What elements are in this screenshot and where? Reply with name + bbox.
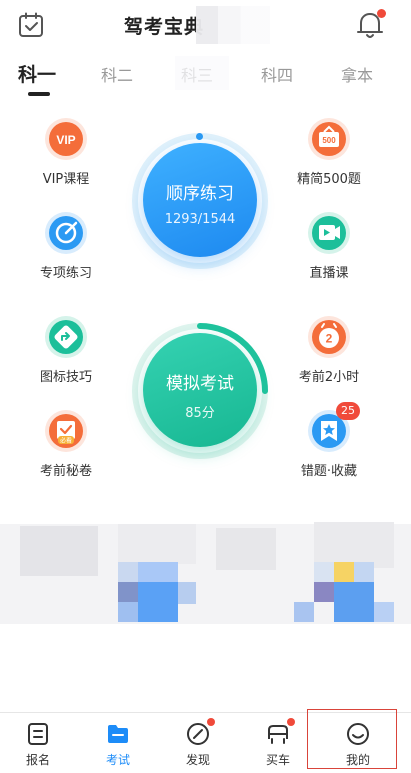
shunxu-progress: 1293/1544 <box>164 212 236 227</box>
nav-label: 买车 <box>265 753 290 767</box>
nav-maiche[interactable]: 买车 <box>248 718 308 768</box>
compass-icon <box>185 718 215 747</box>
shunxu-title: 顺序练习 <box>166 184 234 204</box>
app-title: 驾考宝典 <box>124 16 205 38</box>
500-icon: 500 <box>308 118 350 160</box>
calendar-check-icon[interactable] <box>18 12 44 38</box>
clock-2-icon: 2 <box>308 316 350 358</box>
svg-text:VIP: VIP <box>56 133 75 147</box>
tab-ke1[interactable]: 科一 <box>18 60 56 87</box>
feature-vip[interactable]: VIP VIP课程 <box>16 118 116 187</box>
tab-ke2[interactable]: 科二 <box>101 62 133 86</box>
bookmark-star-icon: 25 <box>308 402 360 452</box>
feature-label: VIP课程 <box>42 172 90 187</box>
nav-faxian[interactable]: 发现 <box>168 718 228 768</box>
feature-label: 直播课 <box>309 266 349 281</box>
video-play-icon <box>308 212 350 254</box>
feature-label: 图标技巧 <box>39 370 92 385</box>
moni-button[interactable]: 模拟考试 85分 <box>143 333 257 447</box>
tab-naben[interactable]: 拿本 <box>341 62 373 86</box>
feature-zhuanxiang[interactable]: 专项练习 <box>16 212 116 281</box>
feature-label: 专项练习 <box>39 266 92 281</box>
highlight-box <box>307 709 397 769</box>
sign-arrow-icon <box>45 316 87 358</box>
blurred-region <box>196 6 270 44</box>
feature-mijuan[interactable]: 必看 考前秘卷 <box>16 410 116 479</box>
feature-label: 错题·收藏 <box>300 464 358 479</box>
progress-dot <box>196 133 203 140</box>
vip-icon: VIP <box>45 118 87 160</box>
nav-label: 发现 <box>185 753 210 767</box>
feature-jingjian[interactable]: 500 精简500题 <box>279 118 379 187</box>
blurred-content <box>0 518 411 630</box>
secret-paper-icon: 必看 <box>45 410 87 452</box>
shunxu-button[interactable]: 顺序练习 1293/1544 <box>143 143 257 257</box>
svg-text:500: 500 <box>322 136 336 145</box>
badge-count: 25 <box>336 402 360 420</box>
feature-label: 考前2小时 <box>298 370 360 385</box>
tab-ke4[interactable]: 科四 <box>261 62 293 86</box>
moni-title: 模拟考试 <box>166 374 234 394</box>
notification-dot <box>377 9 386 18</box>
feature-cuoti[interactable]: 25 错题·收藏 <box>279 402 379 479</box>
notification-dot <box>287 718 295 726</box>
feature-zhibo[interactable]: 直播课 <box>279 212 379 281</box>
folder-icon <box>105 721 131 747</box>
app-header: 驾考宝典 <box>0 0 411 52</box>
nav-baoming[interactable]: 报名 <box>8 721 68 768</box>
feature-label: 精简500题 <box>297 172 361 187</box>
feature-tubiao[interactable]: 图标技巧 <box>16 316 116 385</box>
target-icon <box>45 212 87 254</box>
car-icon <box>265 718 295 747</box>
form-icon <box>25 721 51 747</box>
svg-text:2: 2 <box>326 332 333 346</box>
svg-text:必看: 必看 <box>60 437 72 445</box>
feature-label: 考前秘卷 <box>39 464 92 479</box>
nav-kaoshi[interactable]: 考试 <box>88 721 148 768</box>
blurred-region <box>175 56 229 90</box>
feature-kaoqian2[interactable]: 2 考前2小时 <box>279 316 379 385</box>
nav-label: 考试 <box>105 753 130 767</box>
nav-label: 报名 <box>25 753 50 767</box>
moni-score: 85分 <box>185 406 215 421</box>
notification-dot <box>207 718 215 726</box>
active-tab-indicator <box>28 92 50 96</box>
